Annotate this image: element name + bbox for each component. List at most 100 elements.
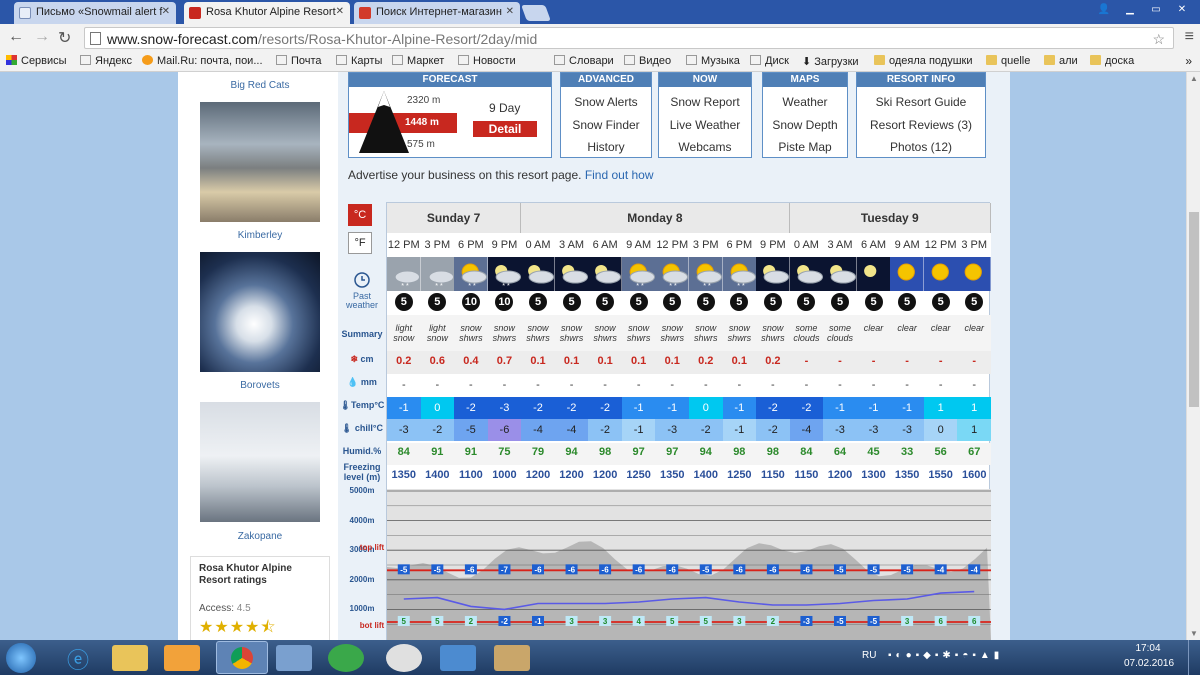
reload-icon[interactable]: ↻ <box>58 28 71 48</box>
resort-photo-big-red-cats[interactable] <box>200 102 320 222</box>
bookmark-downloads[interactable]: ⬇ Загрузки <box>802 55 859 68</box>
close-icon[interactable]: ✕ <box>162 6 170 17</box>
summary-cell: clear <box>897 323 917 333</box>
rain-cell: - <box>972 379 977 391</box>
media-player-icon[interactable] <box>164 645 200 671</box>
menu-icon[interactable]: ≡ <box>1185 28 1194 46</box>
thermometer-icon: 🌡 <box>340 423 355 433</box>
bookmark-disk[interactable]: Диск <box>750 55 789 67</box>
menu-weather-map[interactable]: Weather <box>763 95 847 109</box>
maximize-icon[interactable]: ▭ <box>1144 2 1168 18</box>
elevation-bot[interactable]: 575 m <box>407 139 435 150</box>
scroll-up-icon[interactable]: ▲ <box>1190 74 1198 83</box>
bookmark-mailru[interactable]: Mail.Ru: почта, пои... <box>142 55 263 67</box>
show-desktop-button[interactable] <box>1188 640 1200 675</box>
wind-arrow-icon: 5 <box>428 293 447 311</box>
summary-cell: snow shwrs <box>459 323 483 343</box>
bookmark-folder-ali[interactable]: али <box>1044 55 1078 67</box>
scroll-down-icon[interactable]: ▼ <box>1190 629 1198 638</box>
svg-text:* *: * * <box>636 283 644 290</box>
time-cell: 3 PM <box>957 233 991 257</box>
weather-icon: * * <box>689 257 723 291</box>
tab-rosa-khutor[interactable]: Rosa Khutor Alpine Resort ✕ <box>184 2 350 24</box>
star-icon[interactable]: ☆ <box>1152 31 1165 48</box>
close-icon[interactable]: ✕ <box>506 6 514 17</box>
menu-webcams[interactable]: Webcams <box>659 140 751 154</box>
bookmark-apps[interactable]: Сервисы <box>6 55 67 67</box>
bookmark-dictionaries[interactable]: Словари <box>554 55 614 67</box>
tab-search[interactable]: Поиск Интернет-магазин ✕ <box>354 2 520 24</box>
bookmark-maps[interactable]: Карты <box>336 55 382 67</box>
top-lift-temp-label: -6 <box>736 565 744 574</box>
chrome-task-button[interactable] <box>216 641 268 674</box>
tray-icons[interactable]: ▪◐●▪◆▪✱▪◓▪▲▮ <box>888 650 1003 661</box>
menu-ski-resort-guide[interactable]: Ski Resort Guide <box>857 95 985 109</box>
explorer-icon[interactable] <box>112 645 148 671</box>
back-icon[interactable]: ← <box>8 28 24 46</box>
summary-cell: snow shwrs <box>694 323 718 343</box>
resort-photo-borovets[interactable] <box>200 402 320 522</box>
bookmark-news[interactable]: Новости <box>458 55 516 67</box>
summary-cell: light snow <box>426 323 448 343</box>
clock-time[interactable]: 17:04 <box>1128 643 1168 654</box>
bookmark-market[interactable]: Маркет <box>392 55 444 67</box>
close-window-icon[interactable]: ✕ <box>1170 2 1194 18</box>
time-cell: 6 PM <box>454 233 488 257</box>
past-weather-link[interactable]: Past weather <box>338 292 386 310</box>
bookmark-folder-quelle[interactable]: quelle <box>986 55 1030 67</box>
time-cell: 12 PM <box>387 233 421 257</box>
link-borovets[interactable]: Borovets <box>178 380 342 391</box>
tab-mail[interactable]: Письмо «Snowmail alert f ✕ <box>14 2 176 24</box>
minimize-icon[interactable]: ▁ <box>1118 2 1142 18</box>
bookmark-yandex[interactable]: Яндекс <box>80 55 132 67</box>
link-kimberley[interactable]: Kimberley <box>178 230 342 241</box>
forward-icon[interactable]: → <box>34 28 50 46</box>
resort-photo-kimberley[interactable] <box>200 252 320 372</box>
menu-history[interactable]: History <box>561 140 651 154</box>
itunes-icon[interactable] <box>386 644 422 672</box>
menu-resort-reviews[interactable]: Resort Reviews (3) <box>857 118 985 132</box>
address-bar[interactable]: www.snow-forecast.com/resorts/Rosa-Khuto… <box>84 27 1174 49</box>
web-page: Big Red Cats Kimberley Borovets Zakopane… <box>0 72 1186 640</box>
new-tab-button[interactable] <box>521 5 551 21</box>
wind-arrow-icon: 10 <box>495 293 514 311</box>
bookmark-music[interactable]: Музыка <box>686 55 740 67</box>
ie-icon[interactable]: ⓔ <box>58 643 98 673</box>
find-out-how-link[interactable]: Find out how <box>585 168 654 182</box>
close-icon[interactable]: ✕ <box>336 6 344 17</box>
bookmark-mail[interactable]: Почта <box>276 55 322 67</box>
paint-icon[interactable] <box>494 645 530 671</box>
humidity-cell: 75 <box>498 446 511 458</box>
agent-icon[interactable] <box>328 644 364 672</box>
celsius-toggle[interactable]: °C <box>348 204 372 226</box>
page-scrollbar[interactable]: ▲ ▼ <box>1186 72 1200 640</box>
clock-date[interactable]: 07.02.2016 <box>1124 658 1174 669</box>
page-icon <box>276 55 287 65</box>
link-zakopane[interactable]: Zakopane <box>178 531 342 542</box>
scroll-thumb[interactable] <box>1189 212 1199 407</box>
start-button[interactable] <box>6 643 36 673</box>
menu-photos[interactable]: Photos (12) <box>857 140 985 154</box>
bookmark-folder-blankets[interactable]: одеяла подушки <box>874 55 973 67</box>
menu-live-weather[interactable]: Live Weather <box>659 118 751 132</box>
bookmark-folder-board[interactable]: доска <box>1090 55 1134 67</box>
fahrenheit-toggle[interactable]: °F <box>348 232 372 254</box>
chill-cell: -3 <box>655 419 689 441</box>
menu-snow-alerts[interactable]: Snow Alerts <box>561 95 651 109</box>
photo-viewer-icon[interactable] <box>440 645 476 671</box>
speaker-app-icon[interactable] <box>276 645 312 671</box>
wind-arrow-icon: 5 <box>965 293 984 311</box>
bookmark-video[interactable]: Видео <box>624 55 671 67</box>
detail-button[interactable]: Detail <box>473 121 537 137</box>
menu-snow-report[interactable]: Snow Report <box>659 95 751 109</box>
chevron-right-icon[interactable]: » <box>1185 54 1192 68</box>
elevation-mid[interactable]: 1448 m <box>401 116 443 129</box>
elevation-top[interactable]: 2320 m <box>407 95 440 106</box>
menu-snow-finder[interactable]: Snow Finder <box>561 118 651 132</box>
menu-snow-depth[interactable]: Snow Depth <box>763 118 847 132</box>
rain-cell: - <box>905 379 909 391</box>
link-big-red-cats[interactable]: Big Red Cats <box>178 80 342 91</box>
language-indicator[interactable]: RU <box>862 650 876 661</box>
menu-piste-map[interactable]: Piste Map <box>763 140 847 154</box>
user-icon[interactable]: 👤 <box>1092 2 1116 18</box>
